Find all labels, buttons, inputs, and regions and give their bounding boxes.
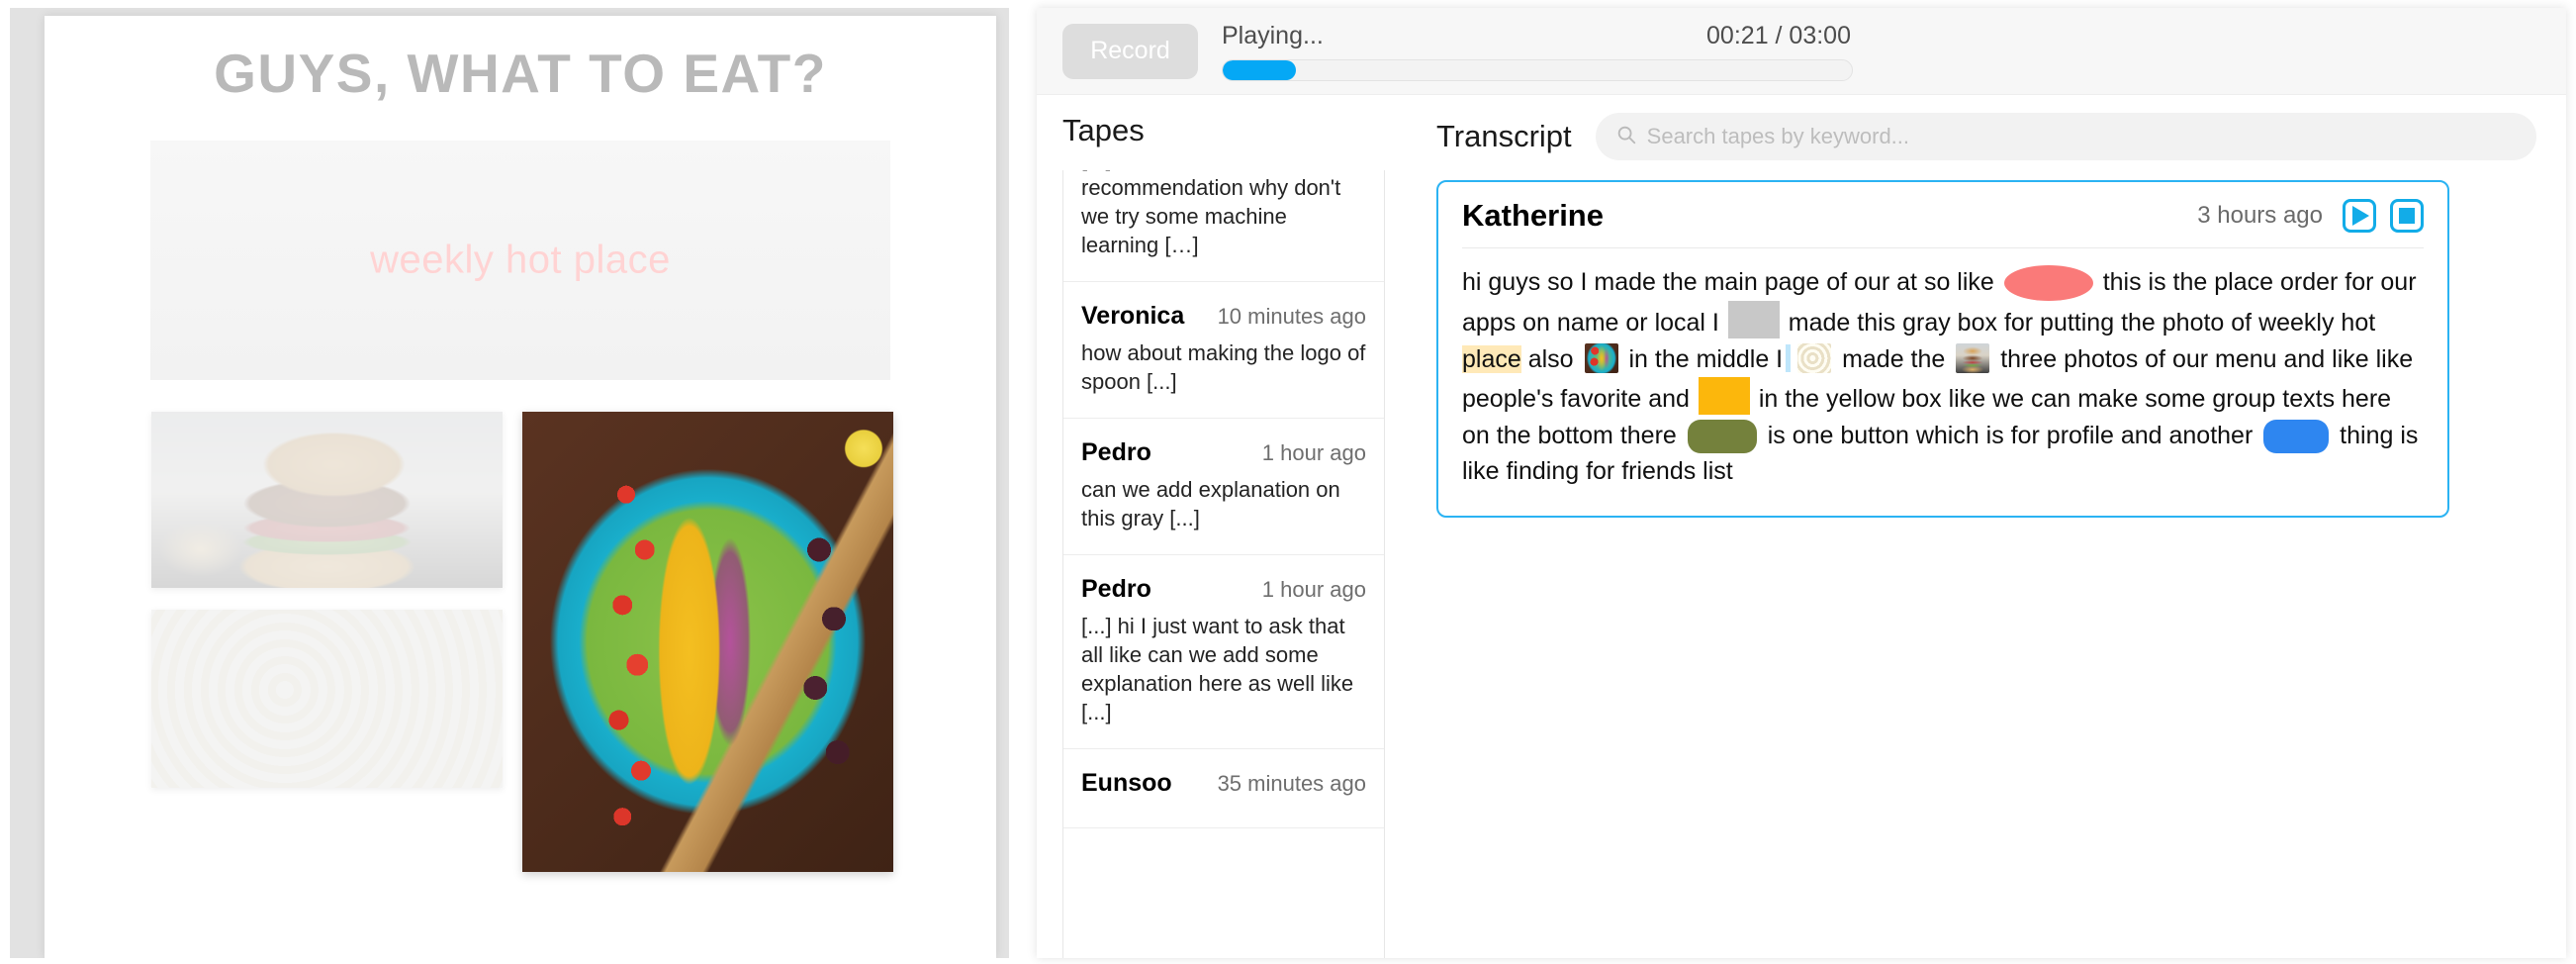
redaction-blob-olive	[1687, 420, 1757, 454]
search-box[interactable]	[1595, 113, 2536, 160]
search-icon	[1615, 124, 1637, 150]
hero-placeholder-box: weekly hot place	[150, 141, 890, 380]
transcript-card: Katherine 3 hours ago hi guys so I made …	[1436, 180, 2449, 518]
progress-bar[interactable]	[1222, 58, 1853, 81]
play-icon[interactable]	[2343, 199, 2376, 233]
text-caret	[1786, 343, 1792, 372]
player-status-text: Playing...	[1222, 21, 1324, 49]
divider	[1462, 247, 2424, 248]
list-item[interactable]: [...] for a better recommendation why do…	[1063, 170, 1384, 283]
transcript-speaker: Katherine	[1462, 198, 1604, 233]
tape-snippet: can we add explanation on this gray [...…	[1081, 477, 1340, 531]
list-item[interactable]: Pedro 1 hour ago can we add explanation …	[1063, 419, 1384, 556]
list-item[interactable]: Eunsoo 35 minutes ago	[1063, 749, 1384, 829]
salad-photo	[522, 412, 893, 872]
tape-header: Eunsoo 35 minutes ago	[1081, 769, 1366, 798]
transcript-seg: made the	[1835, 344, 1953, 373]
tape-speaker: Eunsoo	[1081, 769, 1172, 798]
tapes-column: Tapes [...] for a better recommendation …	[1037, 95, 1413, 958]
redaction-blob-gray	[1727, 301, 1780, 339]
hero-label: weekly hot place	[370, 238, 671, 282]
transcript-timestamp: 3 hours ago	[2197, 202, 2323, 229]
redaction-blob-orange	[1698, 377, 1750, 416]
player-controls: Playing... 00:21 / 03:00	[1222, 22, 1853, 81]
search-input[interactable]	[1646, 124, 2517, 149]
tapes-app-pane: Record Playing... 00:21 / 03:00 Tapes re…	[1037, 8, 2566, 958]
transcript-column: Transcript Katherine	[1413, 95, 2566, 958]
record-button[interactable]: Record	[1062, 23, 1198, 79]
transcript-seg: is one button which is for profile and a…	[1760, 421, 2260, 449]
mockup-page: GUYS, WHAT TO EAT? weekly hot place	[45, 16, 996, 958]
player-status-row: Playing... 00:21 / 03:00	[1222, 22, 1853, 50]
redaction-blob-blue	[2263, 420, 2330, 454]
list-item[interactable]: Pedro 1 hour ago [...] hi I just want to…	[1063, 555, 1384, 750]
tape-timestamp: 10 minutes ago	[1217, 304, 1366, 330]
pasta-photo	[151, 610, 503, 788]
transcript-card-actions: 3 hours ago	[2197, 199, 2424, 233]
tape-header: Pedro 1 hour ago	[1081, 575, 1366, 604]
transcript-card-header: Katherine 3 hours ago	[1462, 198, 2424, 247]
tape-timestamp: 35 minutes ago	[1217, 771, 1366, 797]
transcript-seg: also	[1520, 344, 1581, 373]
transcript-heading: Transcript	[1436, 119, 1572, 153]
burger-photo-image	[151, 412, 503, 588]
tape-header: Veronica 10 minutes ago	[1081, 302, 1366, 331]
list-item[interactable]: Veronica 10 minutes ago how about making…	[1063, 282, 1384, 420]
stop-icon[interactable]	[2390, 199, 2424, 233]
tape-header: Pedro 1 hour ago	[1081, 438, 1366, 467]
progress-bar-fill	[1223, 59, 1297, 80]
tape-timestamp: 1 hour ago	[1261, 577, 1366, 603]
app-window: GUYS, WHAT TO EAT? weekly hot place Reco…	[0, 0, 2576, 964]
tape-speaker: Pedro	[1081, 575, 1151, 604]
tape-snippet: [...] for a better recommendation why do…	[1081, 170, 1341, 258]
tape-speaker: Pedro	[1081, 438, 1151, 467]
redaction-blob-pink	[2003, 265, 2093, 302]
player-toolbar: Record Playing... 00:21 / 03:00	[1037, 8, 2566, 95]
salad-thumbnail-icon	[1584, 342, 1618, 373]
mockup-thumbnail-grid	[151, 412, 893, 907]
tape-snippet: [...] hi I just want to ask that all lik…	[1081, 614, 1354, 725]
app-body: Tapes [...] for a better recommendation …	[1037, 95, 2566, 958]
tape-speaker: Veronica	[1081, 302, 1185, 331]
tape-timestamp: 1 hour ago	[1261, 440, 1366, 466]
tape-snippet: how about making the logo of spoon [...]	[1081, 340, 1366, 395]
pasta-photo-image	[151, 610, 503, 788]
tapes-heading: Tapes	[1062, 113, 1145, 147]
salad-photo-image	[522, 412, 893, 872]
tapes-list[interactable]: [...] for a better recommendation why do…	[1062, 170, 1385, 958]
pasta-thumbnail-icon	[1797, 342, 1832, 373]
transcript-seg: in the middle I	[1621, 344, 1784, 373]
transcript-body: hi guys so I made the main page of our a…	[1462, 264, 2424, 490]
transcript-seg: hi guys so I made the main page of our a…	[1462, 268, 2001, 296]
transcript-header: Transcript	[1436, 113, 2536, 160]
burger-photo	[151, 412, 503, 588]
player-time-text: 00:21 / 03:00	[1706, 21, 1851, 49]
transcript-seg: made this gray box for putting the photo…	[1781, 309, 2376, 337]
burger-thumbnail-icon	[1956, 342, 1990, 373]
transcript-highlight: place	[1462, 344, 1521, 373]
mockup-pane: GUYS, WHAT TO EAT? weekly hot place	[10, 8, 1009, 958]
mockup-title: GUYS, WHAT TO EAT?	[214, 43, 827, 104]
